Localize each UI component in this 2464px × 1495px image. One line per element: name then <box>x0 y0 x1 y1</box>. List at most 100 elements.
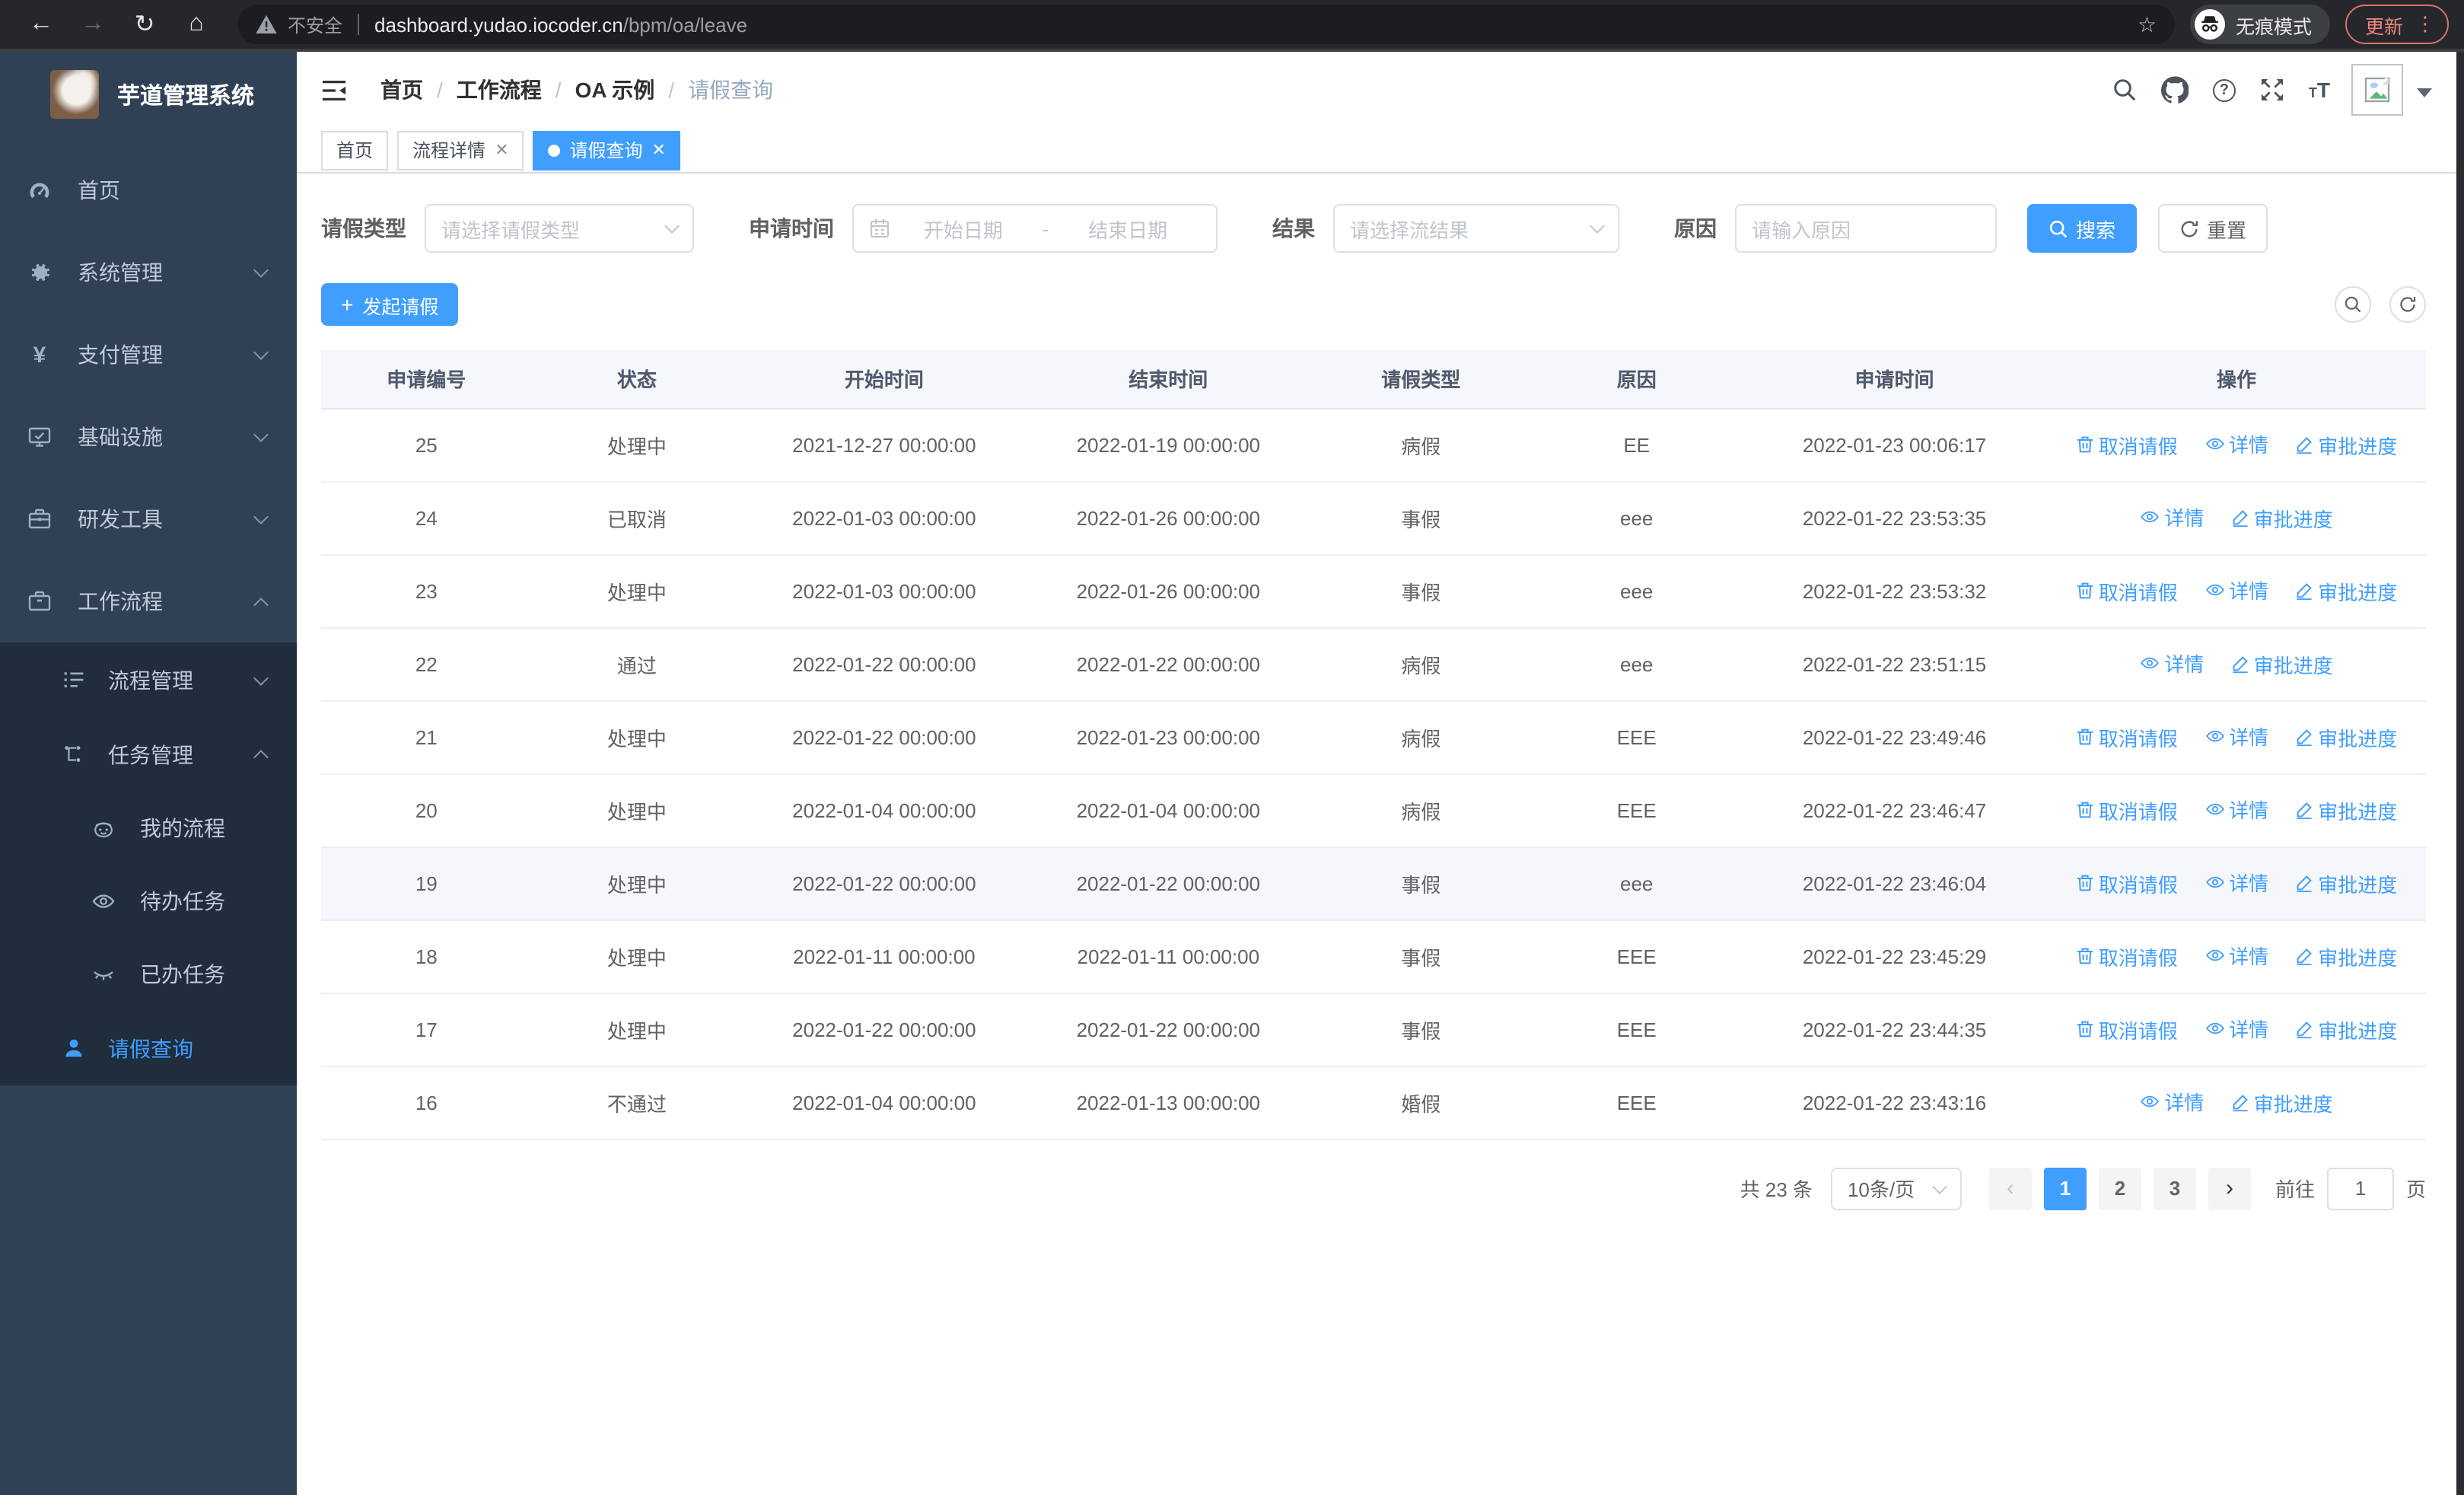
approval-progress-link[interactable]: 审批进度 <box>2295 431 2397 460</box>
browser-home-icon[interactable]: ⌂ <box>177 5 216 44</box>
detail-link[interactable]: 详情 <box>2205 722 2268 751</box>
cancel-leave-link[interactable]: 取消请假 <box>2076 431 2178 460</box>
yen-icon: ¥ <box>33 342 46 368</box>
page-size-select[interactable]: 10条/页 <box>1830 1167 1962 1210</box>
close-icon[interactable]: ✕ <box>495 140 508 160</box>
cell-actions: 取消请假 详情 审批进度 <box>2047 554 2426 628</box>
approval-progress-link[interactable]: 审批进度 <box>2231 650 2333 679</box>
sidebar-item-process-mgmt[interactable]: 流程管理 <box>0 642 297 717</box>
cell-status: 处理中 <box>531 920 743 993</box>
table-refresh-button[interactable] <box>2389 286 2426 323</box>
sidebar-item-system[interactable]: 系统管理 <box>0 231 297 314</box>
tab-process-detail[interactable]: 流程详情 ✕ <box>397 130 524 170</box>
sidebar-item-workflow[interactable]: 工作流程 <box>0 560 297 642</box>
approval-progress-link[interactable]: 审批进度 <box>2295 796 2397 825</box>
window-scrollbar[interactable] <box>2456 52 2464 1495</box>
page-button-2[interactable]: 2 <box>2098 1167 2141 1210</box>
sidebar-item-devtools[interactable]: 研发工具 <box>0 478 297 560</box>
github-icon[interactable] <box>2160 76 2189 104</box>
result-select[interactable]: 请选择流结果 <box>1333 204 1619 253</box>
breadcrumb-workflow[interactable]: 工作流程 <box>457 75 542 105</box>
font-size-icon[interactable]: TT <box>2309 79 2330 100</box>
security-label[interactable]: 不安全 <box>288 11 342 37</box>
sidebar-item-my-process[interactable]: 我的流程 <box>0 792 297 865</box>
cell-actions: 取消请假 详情 审批进度 <box>2047 1066 2426 1140</box>
breadcrumb-home[interactable]: 首页 <box>380 75 423 105</box>
col-actions: 操作 <box>2047 350 2426 409</box>
sidebar-item-done-tasks[interactable]: 已办任务 <box>0 938 297 1011</box>
chevron-down-icon <box>1932 1178 1947 1194</box>
close-icon[interactable]: ✕ <box>652 140 666 160</box>
cell-start-time: 2022-01-22 00:00:00 <box>742 700 1027 774</box>
detail-link[interactable]: 详情 <box>2205 795 2268 824</box>
sidebar-item-todo-tasks[interactable]: 待办任务 <box>0 865 297 938</box>
eye-closed-icon <box>91 962 116 987</box>
browser-forward-icon[interactable]: → <box>73 5 113 44</box>
cancel-leave-link[interactable]: 取消请假 <box>2076 869 2178 898</box>
detail-link[interactable]: 详情 <box>2205 1015 2268 1044</box>
cancel-leave-link[interactable]: 取消请假 <box>2076 577 2178 606</box>
prev-page-button[interactable]: ‹ <box>1988 1167 2032 1210</box>
approval-progress-link[interactable]: 审批进度 <box>2295 577 2397 606</box>
detail-link[interactable]: 详情 <box>2205 576 2268 605</box>
collapse-sidebar-icon[interactable] <box>321 78 347 101</box>
detail-link[interactable]: 详情 <box>2205 942 2268 971</box>
cell-status: 不通过 <box>531 1066 743 1140</box>
date-range-picker[interactable]: 开始日期 - 结束日期 <box>852 204 1218 253</box>
cell-leave-type: 病假 <box>1310 700 1532 774</box>
cell-start-time: 2021-12-27 00:00:00 <box>742 408 1027 482</box>
table-search-toggle-button[interactable] <box>2335 286 2371 323</box>
detail-link[interactable]: 详情 <box>2140 503 2204 532</box>
cancel-leave-link[interactable]: 取消请假 <box>2076 942 2178 971</box>
table-toolbar: + 发起请假 <box>321 283 2426 326</box>
filter-form: 请假类型 请选择请假类型 申请时间 开始日期 - 结束日期 结果 请选择流结果 … <box>321 204 2426 253</box>
browser-menu-icon[interactable]: ⋮ <box>2415 12 2435 37</box>
next-page-button[interactable]: › <box>2208 1167 2251 1210</box>
avatar-caret-icon[interactable] <box>2417 88 2432 97</box>
help-icon[interactable]: ? <box>2212 78 2236 101</box>
sidebar-item-leave-query[interactable]: 请假查询 <box>0 1011 297 1085</box>
browser-reload-icon[interactable]: ↻ <box>125 5 164 44</box>
breadcrumb-oa-demo[interactable]: OA 示例 <box>575 75 655 105</box>
browser-update-button[interactable]: 更新 ⋮ <box>2345 5 2449 44</box>
reason-input[interactable]: 请输入原因 <box>1735 204 1997 253</box>
sidebar-item-task-mgmt[interactable]: 任务管理 <box>0 717 297 792</box>
avatar[interactable] <box>2351 64 2403 116</box>
address-bar[interactable]: 不安全 dashboard.yudao.iocoder.cn/bpm/oa/le… <box>237 5 2175 44</box>
detail-link[interactable]: 详情 <box>2205 869 2268 897</box>
sidebar-item-payment[interactable]: ¥ 支付管理 <box>0 314 297 396</box>
page-button-1[interactable]: 1 <box>2043 1167 2087 1210</box>
tab-leave-query[interactable]: 请假查询 ✕ <box>533 130 681 170</box>
reset-button[interactable]: 重置 <box>2158 204 2268 253</box>
leave-type-select[interactable]: 请选择请假类型 <box>425 204 694 253</box>
approval-progress-link[interactable]: 审批进度 <box>2295 869 2397 898</box>
approval-progress-link[interactable]: 审批进度 <box>2295 723 2397 752</box>
approval-progress-link[interactable]: 审批进度 <box>2295 1015 2397 1044</box>
bookmark-star-icon[interactable]: ☆ <box>2138 11 2157 37</box>
cell-apply-id: 19 <box>321 846 532 920</box>
tab-home[interactable]: 首页 <box>321 130 389 170</box>
url-text[interactable]: dashboard.yudao.iocoder.cn/bpm/oa/leave <box>374 13 2125 36</box>
cancel-leave-link[interactable]: 取消请假 <box>2076 1015 2178 1044</box>
page-button-3[interactable]: 3 <box>2153 1167 2196 1210</box>
goto-page-input[interactable]: 1 <box>2326 1167 2394 1210</box>
search-button[interactable]: 搜索 <box>2027 204 2138 253</box>
create-leave-button[interactable]: + 发起请假 <box>321 283 459 326</box>
cancel-leave-link[interactable]: 取消请假 <box>2076 723 2178 752</box>
approval-progress-link[interactable]: 审批进度 <box>2231 1089 2333 1117</box>
fullscreen-icon[interactable] <box>2260 78 2284 102</box>
sidebar-item-infra[interactable]: 基础设施 <box>0 396 297 478</box>
cancel-leave-link[interactable]: 取消请假 <box>2076 796 2178 825</box>
page: ← → ↻ ⌂ 不安全 dashboard.yudao.iocoder.cn/b… <box>0 0 2464 1495</box>
sidebar-item-home[interactable]: 首页 <box>0 149 297 231</box>
browser-back-icon[interactable]: ← <box>21 5 61 44</box>
approval-progress-link[interactable]: 审批进度 <box>2295 942 2397 971</box>
start-date-input[interactable]: 开始日期 <box>890 214 1036 243</box>
goto-page: 前往 1 页 <box>2275 1167 2426 1210</box>
detail-link[interactable]: 详情 <box>2140 1088 2204 1117</box>
end-date-input[interactable]: 结束日期 <box>1055 214 1201 243</box>
detail-link[interactable]: 详情 <box>2205 430 2268 459</box>
approval-progress-link[interactable]: 审批进度 <box>2231 504 2333 533</box>
detail-link[interactable]: 详情 <box>2140 649 2204 678</box>
search-icon[interactable] <box>2112 78 2137 102</box>
